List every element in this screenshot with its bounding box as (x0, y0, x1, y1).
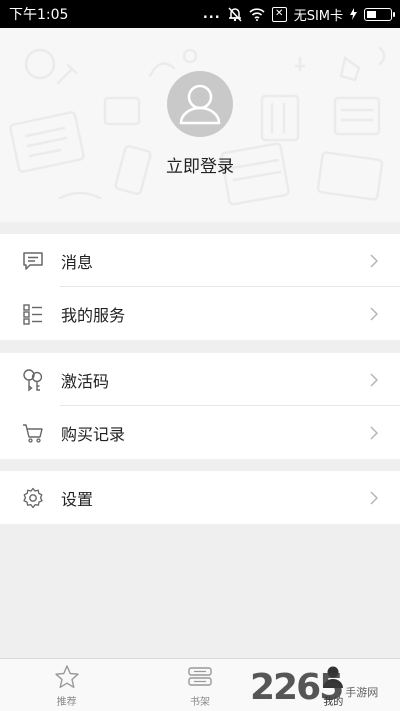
menu-item-my-services[interactable]: 我的服务 (0, 287, 400, 340)
nav-label-mine: 我的 (323, 697, 344, 708)
carrier-label: 无SIM卡 (293, 8, 343, 24)
nav-tab-recommend[interactable]: 推荐 (0, 659, 133, 711)
menu-item-activation-code[interactable]: 激活码 (0, 353, 400, 406)
charging-icon (350, 8, 357, 20)
menu-item-purchase-history[interactable]: 购买记录 (0, 406, 400, 459)
sim-icon: ✕ (271, 6, 287, 22)
chevron-right-icon (370, 372, 378, 387)
menu-group-settings: 设置 (0, 471, 400, 524)
chevron-right-icon (370, 306, 378, 321)
cart-icon (20, 420, 46, 446)
nav-tab-bookshelf[interactable]: 书架 (133, 659, 266, 711)
avatar[interactable] (167, 71, 233, 137)
menu-label-purchase-history: 购买记录 (61, 424, 126, 444)
status-time: 下午1:05 (9, 7, 69, 23)
message-icon (20, 248, 46, 274)
star-icon (54, 663, 80, 691)
wifi-icon (249, 7, 265, 21)
chevron-right-icon (370, 490, 378, 505)
menu-label-messages: 消息 (61, 252, 94, 272)
bottom-nav: 推荐 书架 我的 (0, 658, 400, 711)
menu-item-messages[interactable]: 消息 (0, 234, 400, 287)
key-icon (20, 367, 46, 393)
status-bar: 下午1:05 ... ✕ 无SIM卡 (0, 0, 400, 28)
status-icons: ... ✕ 无SIM卡 (202, 5, 395, 24)
chevron-right-icon (370, 425, 378, 440)
menu-group-messages: 消息 我的服务 (0, 234, 400, 340)
battery-icon (364, 7, 395, 21)
chevron-right-icon (370, 253, 378, 268)
mute-icon (228, 6, 242, 22)
status-dots: ... (202, 6, 221, 22)
menu-label-activation-code: 激活码 (61, 371, 110, 391)
service-list-icon (20, 301, 46, 327)
gear-icon (20, 485, 46, 511)
nav-tab-mine[interactable]: 我的 (267, 659, 400, 711)
user-icon (320, 663, 346, 691)
nav-label-recommend: 推荐 (56, 697, 77, 708)
menu-item-settings[interactable]: 设置 (0, 471, 400, 524)
login-link[interactable]: 立即登录 (0, 152, 400, 177)
menu-group-purchase: 激活码 购买记录 (0, 353, 400, 459)
menu-label-settings: 设置 (61, 489, 94, 509)
profile-header: 立即登录 (0, 28, 400, 222)
menu-label-my-services: 我的服务 (61, 305, 126, 325)
bookshelf-icon (187, 663, 213, 691)
avatar-placeholder-icon (179, 84, 221, 125)
nav-label-bookshelf: 书架 (189, 697, 210, 708)
